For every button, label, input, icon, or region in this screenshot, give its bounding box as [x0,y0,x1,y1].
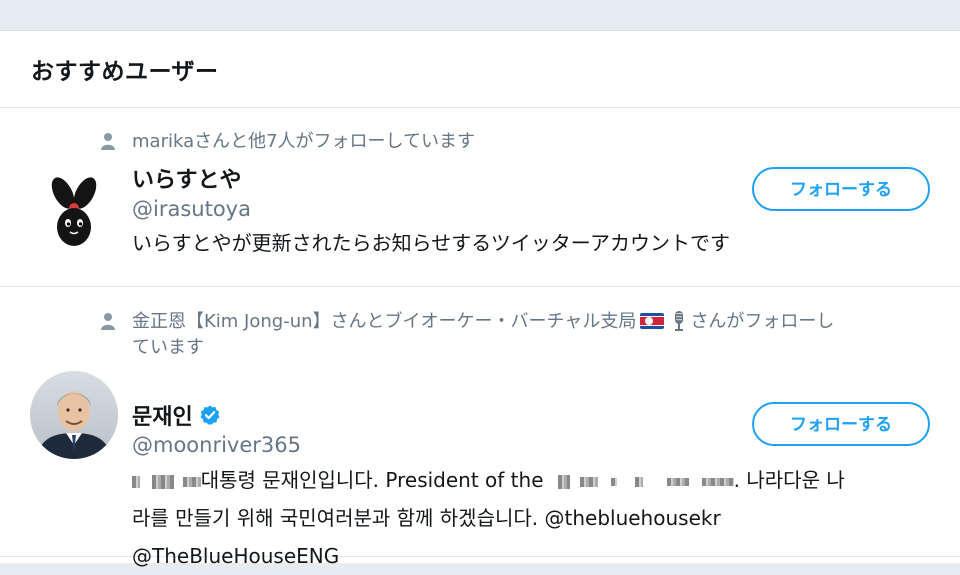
social-context: 金正恩【Kim Jong-un】さんとブイオーケー・バーチャル支局 さんがフォロ… [100,309,920,361]
panel-title: おすすめユーザー [31,59,219,85]
name-row: 문재인 [132,399,221,431]
panel-header: おすすめユーザー [0,31,960,108]
avatar-image [30,165,118,253]
social-context: marikaさんと他7人がフォローしています [100,129,920,155]
redacted-text [580,476,599,487]
top-strip [0,0,960,31]
redacted-text [557,474,570,489]
follow-button[interactable]: フォローする [752,167,930,211]
redacted-text [667,477,690,486]
social-context-text: 金正恩【Kim Jong-un】さんとブイオーケー・バーチャル支局 さんがフォロ… [132,309,920,361]
bio-text-d: @TheBlueHouseENG [132,544,340,568]
name-row: いらすとや [132,162,242,194]
redacted-text [182,476,201,487]
redacted-text [634,476,643,487]
microphone-icon [675,311,684,331]
user-bio: いらすとやが更新されたらお知らせするツイッターアカウントです [132,231,730,255]
social-context-part-a: 金正恩【Kim Jong-un】さんとブイオーケー・バーチャル支局 [132,311,637,332]
social-context-text: marikaさんと他7人がフォローしています [132,131,476,152]
bio-text-a: 대통령 문재인입니다. President of the [200,468,544,492]
follow-button[interactable]: フォローする [752,402,930,446]
flag-icon [640,313,665,329]
user-handle[interactable]: @moonriver365 [132,433,301,457]
bio-text-c: 라를 만들기 위해 국민여러분과 함께 하겠습니다. @thebluehouse… [132,506,721,530]
person-icon [101,313,115,330]
verified-badge-icon [200,405,220,425]
avatar-image [30,371,118,459]
person-icon [101,133,115,150]
display-name[interactable]: 문재인 [132,399,193,431]
user-card[interactable]: 金正恩【Kim Jong-un】さんとブイオーケー・バーチャル支局 さんがフォロ… [0,287,960,568]
avatar[interactable] [30,165,118,253]
redacted-text [610,477,617,486]
redacted-text [152,474,175,489]
user-handle[interactable]: @irasutoya [132,197,251,221]
redacted-text [132,475,140,488]
user-card[interactable]: marikaさんと他7人がフォローしています いらすとや @irasutoya … [0,108,960,287]
redacted-text [701,477,734,486]
bio-text-b: . 나라다운 나 [733,468,845,492]
social-context-part-c: ています [132,337,204,358]
avatar[interactable] [30,371,118,459]
social-context-part-b: さんがフォローし [690,311,835,332]
user-bio: 대통령 문재인입니다. President of the . 나라다운 나 라를… [132,461,924,575]
who-to-follow-panel: おすすめユーザー marikaさんと他7人がフォローしています いらすとや @i… [0,31,960,568]
display-name[interactable]: いらすとや [132,162,242,194]
